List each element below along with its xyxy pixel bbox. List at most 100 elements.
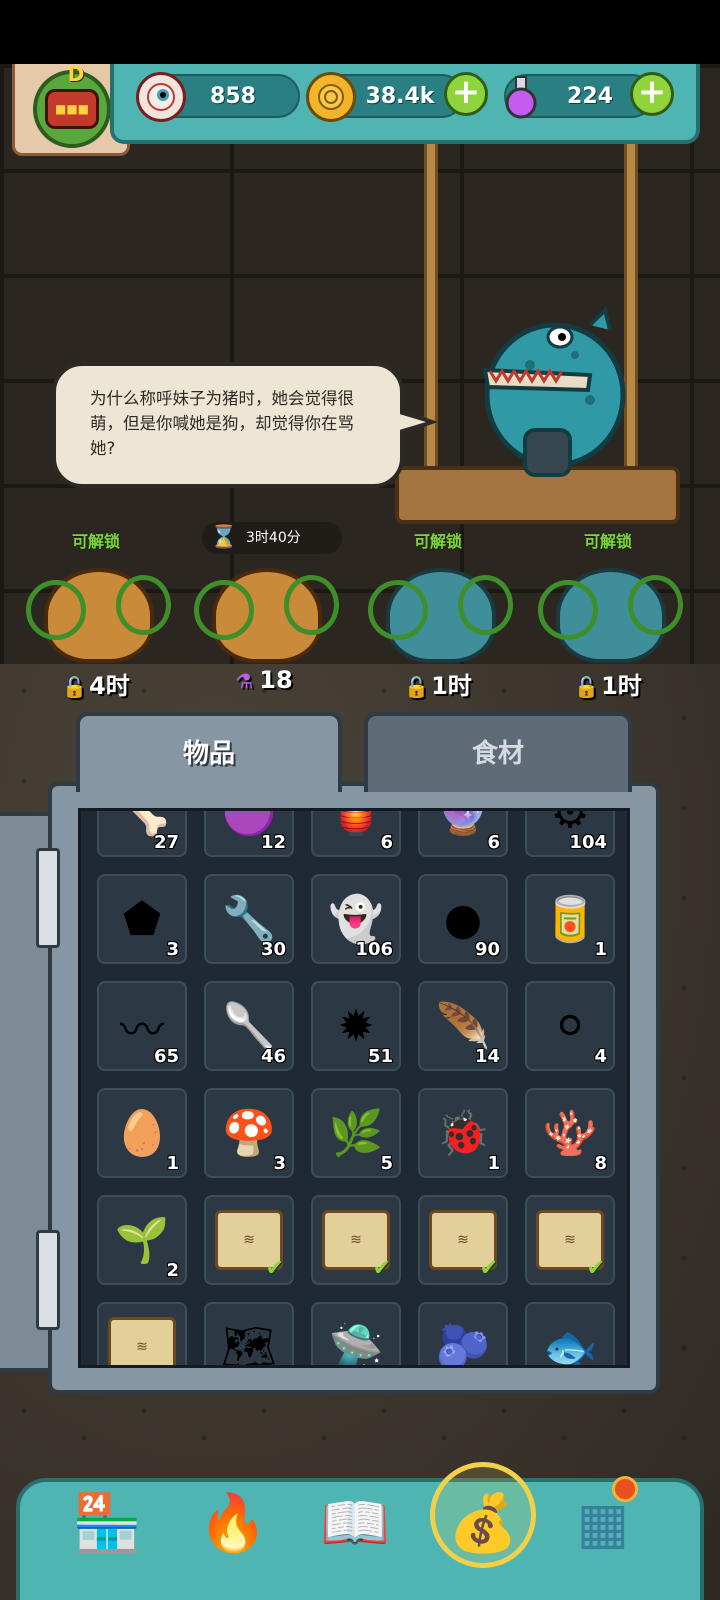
slot-unlock-time: 🔓1时 <box>574 672 642 700</box>
monster-slot-2[interactable]: ⌛ 3时40分 ⚗ 18 <box>184 520 344 700</box>
hourglass-icon: ⌛ <box>210 525 238 550</box>
rank-letter: D <box>67 62 85 86</box>
item-count: 2 <box>594 1367 607 1368</box>
dark-map-icon: 🗺 <box>221 1322 277 1368</box>
recipe-scroll-icon: ≋ <box>107 1312 177 1365</box>
add-potion-button[interactable]: + <box>630 72 674 116</box>
shop-building-icon: 🏪 <box>72 1491 142 1556</box>
item-count: 3 <box>273 1153 286 1174</box>
timer-pill: ⌛ 3时40分 <box>202 522 342 554</box>
inventory-slot[interactable]: 🗺✔ <box>204 1302 294 1368</box>
learned-check-icon: ✔ <box>372 1256 391 1281</box>
inventory-slot[interactable]: 🐟2 <box>525 1302 615 1368</box>
speech-tail-fill <box>396 413 426 431</box>
inventory-slot[interactable]: 👻 106 <box>311 874 401 964</box>
item-count: 2 <box>166 1260 179 1281</box>
inventory-slot[interactable]: 🏮 6 <box>311 811 401 857</box>
inventory-slot[interactable]: ≋✔ <box>204 1195 294 1285</box>
ufo-ticket-icon: 🛸 <box>328 1322 384 1368</box>
item-count: 30 <box>260 939 286 960</box>
coin-resource[interactable]: 38.4k <box>306 72 464 122</box>
nav-recipe-book-button[interactable]: 📖 <box>310 1478 400 1568</box>
item-count: 12 <box>260 832 286 853</box>
learned-check-icon: ✔ <box>479 1256 498 1281</box>
inventory-slot[interactable]: ≋✔ <box>311 1195 401 1285</box>
inventory-slot[interactable]: 🔮 6 <box>418 811 508 857</box>
unlockable-label: 可解锁 <box>413 532 462 551</box>
lock-icon: 🔓 <box>404 675 430 699</box>
timer-text: 3时40分 <box>246 530 301 546</box>
eyeball-resource[interactable]: 858 <box>136 72 300 122</box>
item-count: 65 <box>153 1046 179 1067</box>
inventory-slot[interactable]: ≋✔ <box>525 1195 615 1285</box>
inventory-slot[interactable]: 🟣 12 <box>204 811 294 857</box>
coin-count: 38.4k <box>365 84 435 109</box>
inventory-grid-viewport[interactable]: 🦴 27 🟣 12 🏮 6 🔮 6 ⚙ 104 ⬟ 3 🔧 30 👻 106 ● 90 🥫 1 〰 65 🥄 46 ✹ 51 🪶 14… <box>78 808 630 1368</box>
monster-slot-4[interactable]: 可解锁 🔓1时 <box>528 520 688 700</box>
potion-icon: ⚗ <box>235 669 254 693</box>
item-count: 1 <box>166 1153 179 1174</box>
inventory-slot[interactable]: 🔧 30 <box>204 874 294 964</box>
nav-shop-button[interactable]: 🏪 <box>62 1478 152 1568</box>
item-count: 46 <box>260 1046 286 1067</box>
inventory-slot[interactable]: 🥚 1 <box>97 1088 187 1178</box>
item-count: 5 <box>380 1153 393 1174</box>
monster-lair-icon: 🔥 <box>198 1491 268 1556</box>
recipe-book-icon: 📖 <box>320 1491 390 1556</box>
inventory-slot[interactable]: 🦴 27 <box>97 811 187 857</box>
loot-bag-icon: 💰 <box>448 1491 518 1556</box>
inventory-slot[interactable]: 🌱 2 <box>97 1195 187 1285</box>
inventory-slot[interactable]: 🪶 14 <box>418 981 508 1071</box>
tab-ingredients[interactable]: 食材 <box>364 712 632 792</box>
inventory-slot[interactable]: 🫐6 <box>418 1302 508 1365</box>
inventory-slot[interactable]: 🪸 8 <box>525 1088 615 1178</box>
speech-text: 为什么称呼妹子为猪时，她会觉得很萌，但是你喊她是狗，却觉得你在骂她? <box>90 389 354 458</box>
item-count: 1 <box>487 1153 500 1174</box>
inventory-slot[interactable]: ⚪ 4 <box>525 981 615 1071</box>
slot-unlock-time: 🔓1时 <box>404 672 472 700</box>
item-count: 106 <box>355 939 393 960</box>
add-coin-button[interactable]: + <box>444 72 488 116</box>
inventory-slot[interactable]: 🐞 1 <box>418 1088 508 1178</box>
monster-avatar-icon: ■■■ <box>45 89 99 129</box>
inventory-slot[interactable]: ≋✔ <box>418 1195 508 1285</box>
item-count: 3 <box>166 939 179 960</box>
inventory-slot[interactable]: 🌿 5 <box>311 1088 401 1178</box>
item-count: 8 <box>594 1153 607 1174</box>
fish-ticket-icon: 🐟 <box>542 1322 598 1368</box>
item-count: 4 <box>594 1046 607 1067</box>
hinge-bottom <box>36 1230 60 1330</box>
nav-lair-button[interactable]: 🔥 <box>188 1478 278 1568</box>
inventory-slot[interactable]: 🍄 3 <box>204 1088 294 1178</box>
slot-potion-cost[interactable]: ⚗ 18 <box>184 666 344 694</box>
status-bar <box>0 0 720 64</box>
inventory-slot[interactable]: ⬟ 3 <box>97 874 187 964</box>
learned-check-icon: ✔ <box>265 1256 284 1281</box>
tab-items[interactable]: 物品 <box>76 712 342 792</box>
slot-unlock-time: 🔓4时 <box>62 672 130 700</box>
monster-slot-1[interactable]: 可解锁 🔓4时 <box>16 520 176 700</box>
inventory-slot[interactable]: ✹ 51 <box>311 981 401 1071</box>
inventory-slot[interactable]: 🛸3 <box>311 1302 401 1368</box>
inventory-slot[interactable]: ⚙ 104 <box>525 811 615 857</box>
inventory-slot[interactable]: ≋✔ <box>97 1302 187 1365</box>
inventory-slot[interactable]: 〰 65 <box>97 981 187 1071</box>
notification-badge <box>612 1476 638 1502</box>
item-count: 104 <box>569 832 607 853</box>
learned-check-icon: ✔ <box>266 1363 284 1365</box>
lock-icon: 🔓 <box>62 675 88 699</box>
item-count: 14 <box>474 1046 500 1067</box>
item-count: 90 <box>474 939 500 960</box>
inventory-slot[interactable]: ● 90 <box>418 874 508 964</box>
anglerfish-monster[interactable] <box>470 305 630 485</box>
hinge-top <box>36 848 60 948</box>
unlockable-label: 可解锁 <box>71 532 120 551</box>
nav-inventory-button[interactable]: 💰 <box>438 1478 528 1568</box>
monster-slot-3[interactable]: 可解锁 🔓1时 <box>358 520 518 700</box>
item-count: 51 <box>367 1046 393 1067</box>
inventory-slot[interactable]: 🥫 1 <box>525 874 615 964</box>
inventory-slot[interactable]: 🥄 46 <box>204 981 294 1071</box>
speech-bubble: 为什么称呼妹子为猪时，她会觉得很萌，但是你喊她是狗，却觉得你在骂她? <box>52 362 404 488</box>
item-count: 1 <box>594 939 607 960</box>
learned-check-icon: ✔ <box>159 1363 177 1365</box>
